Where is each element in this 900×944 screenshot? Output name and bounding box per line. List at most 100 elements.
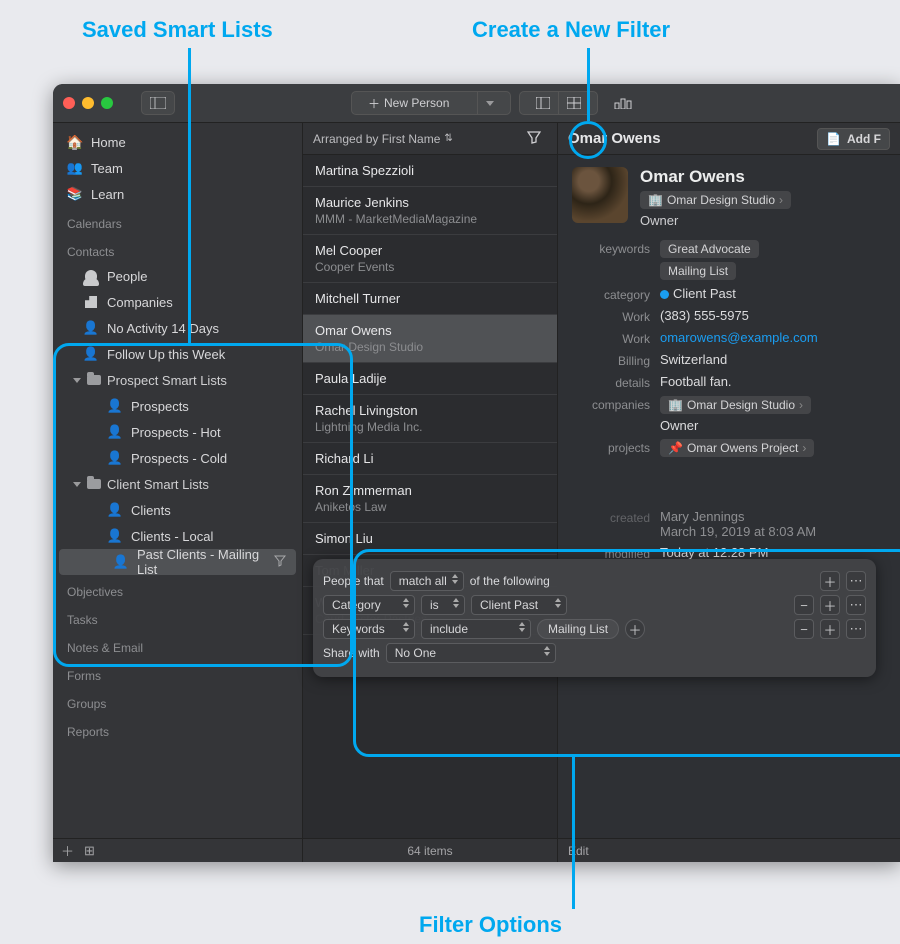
filter-field-select[interactable]: Keywords <box>323 619 415 639</box>
keyword-pill[interactable]: Mailing List <box>660 262 736 280</box>
sidebar-section-tasks[interactable]: Tasks <box>53 603 302 631</box>
filter-options-button[interactable]: ⋯ <box>846 571 866 591</box>
filter-op-select[interactable]: is <box>421 595 465 615</box>
close-window-icon[interactable] <box>63 97 75 109</box>
chevron-down-icon <box>73 482 81 487</box>
sidebar-item-label: Learn <box>91 187 124 202</box>
calendar-icon[interactable]: ⊞ <box>84 843 95 859</box>
field-label: category <box>572 286 650 302</box>
add-button[interactable]: 📄 Add F <box>817 128 890 150</box>
filter-add-rule-button[interactable]: ＋ <box>820 619 840 639</box>
team-icon: 👥 <box>67 160 83 176</box>
sidebar-smartlist-clients-local[interactable]: 👤Clients - Local <box>53 523 302 549</box>
contact-row[interactable]: Martina Spezzioli <box>303 155 557 187</box>
contact-row[interactable]: Rachel LivingstonLightning Media Inc. <box>303 395 557 443</box>
contact-row[interactable]: Omar OwensOmar Design Studio <box>303 315 557 363</box>
contact-row[interactable]: Simon Liu <box>303 523 557 555</box>
contact-row[interactable]: Mel CooperCooper Events <box>303 235 557 283</box>
minimize-window-icon[interactable] <box>82 97 94 109</box>
new-person-segmented[interactable]: ＋ New Person <box>351 91 511 115</box>
filter-remove-rule-button[interactable]: − <box>794 619 814 639</box>
contact-row[interactable]: Richard Li <box>303 443 557 475</box>
new-person-button[interactable]: ＋ New Person <box>360 92 478 114</box>
detail-footer-edit[interactable]: Edit <box>558 838 900 862</box>
list-sort-header[interactable]: Arranged by First Name ⇅ <box>303 123 557 155</box>
filter-value-select[interactable]: Client Past <box>471 595 567 615</box>
contact-row[interactable]: Ron ZimmermanAniketos Law <box>303 475 557 523</box>
filter-share-select[interactable]: No One <box>386 643 556 663</box>
new-person-dropdown-icon[interactable] <box>478 92 502 114</box>
detail-header: Omar Owens 📄 Add F <box>558 123 900 155</box>
filter-icon[interactable] <box>521 130 547 147</box>
view-grid-icon[interactable] <box>559 92 589 114</box>
smartlist-icon: 👤 <box>107 398 123 414</box>
sidebar-home[interactable]: 🏠Home <box>53 129 302 155</box>
filter-add-keyword-button[interactable]: ＋ <box>625 619 645 639</box>
project-pill[interactable]: 📌Omar Owens Project› <box>660 439 814 457</box>
sidebar-learn[interactable]: 📚Learn <box>53 181 302 207</box>
fullscreen-window-icon[interactable] <box>101 97 113 109</box>
view-chart-icon[interactable] <box>606 91 640 115</box>
smartlist-icon: 👤 <box>107 502 123 518</box>
filter-keyword-token[interactable]: Mailing List <box>537 619 619 639</box>
filter-add-rule-button[interactable]: ＋ <box>820 571 840 591</box>
company-icon: 🏢 <box>668 398 683 412</box>
filter-remove-rule-button[interactable]: − <box>794 595 814 615</box>
billing-value: Switzerland <box>660 352 727 367</box>
contact-list[interactable]: Martina SpezzioliMaurice JenkinsMMM - Ma… <box>303 155 557 838</box>
filter-options-button[interactable]: ⋯ <box>846 595 866 615</box>
modified-value: Today at 12:28 PM <box>660 545 768 560</box>
sidebar-group-prospect[interactable]: Prospect Smart Lists <box>53 367 302 393</box>
company-pill[interactable]: 🏢 Omar Design Studio › <box>640 191 791 209</box>
view-card-icon[interactable] <box>528 92 559 114</box>
contact-name: Paula Ladije <box>315 371 545 386</box>
sidebar-item-label: Client Smart Lists <box>107 477 209 492</box>
sidebar-item-label: Companies <box>107 295 173 310</box>
sidebar-smartlist-follow-up[interactable]: 👤Follow Up this Week <box>53 341 302 367</box>
work-email-value[interactable]: omarowens@example.com <box>660 330 818 345</box>
sidebar-smartlist-prospects-hot[interactable]: 👤Prospects - Hot <box>53 419 302 445</box>
keyword-pill[interactable]: Great Advocate <box>660 240 759 258</box>
sidebar-group-client[interactable]: Client Smart Lists <box>53 471 302 497</box>
company-pill[interactable]: 🏢Omar Design Studio› <box>660 396 811 414</box>
sort-updown-icon: ⇅ <box>444 133 452 144</box>
field-label: Work <box>572 308 650 324</box>
filter-match-select[interactable]: match all <box>390 571 464 591</box>
chevron-right-icon: › <box>802 441 806 455</box>
sidebar-section-notes-email[interactable]: Notes & Email <box>53 631 302 659</box>
contact-name: Richard Li <box>315 451 545 466</box>
sidebar-smartlist-clients[interactable]: 👤Clients <box>53 497 302 523</box>
filter-field-select[interactable]: Category <box>323 595 415 615</box>
sidebar-item-label: Follow Up this Week <box>107 347 225 362</box>
sidebar-smartlist-prospects[interactable]: 👤Prospects <box>53 393 302 419</box>
sidebar-toggle-button[interactable] <box>141 91 175 115</box>
filter-op-select[interactable]: include <box>421 619 531 639</box>
sidebar-smartlist-past-clients-mailing[interactable]: 👤 Past Clients - Mailing List <box>59 549 296 575</box>
sidebar-companies[interactable]: Companies <box>53 289 302 315</box>
contact-name: Mitchell Turner <box>315 291 545 306</box>
sidebar-section-reports[interactable]: Reports <box>53 715 302 743</box>
window-traffic-lights[interactable] <box>63 97 133 109</box>
sidebar-people[interactable]: People <box>53 263 302 289</box>
sidebar-team[interactable]: 👥Team <box>53 155 302 181</box>
sidebar-smartlist-prospects-cold[interactable]: 👤Prospects - Cold <box>53 445 302 471</box>
contact-row[interactable]: Paula Ladije <box>303 363 557 395</box>
smartlist-icon: 👤 <box>107 528 123 544</box>
sidebar-section-forms[interactable]: Forms <box>53 659 302 687</box>
contact-row[interactable]: Mitchell Turner <box>303 283 557 315</box>
add-button[interactable]: ＋ <box>61 841 74 860</box>
avatar[interactable] <box>572 167 628 223</box>
contact-subtitle: MMM - MarketMediaMagazine <box>315 212 545 226</box>
contact-row[interactable]: Maurice JenkinsMMM - MarketMediaMagazine <box>303 187 557 235</box>
filter-options-button[interactable]: ⋯ <box>846 619 866 639</box>
filter-add-rule-button[interactable]: ＋ <box>820 595 840 615</box>
arranged-by-label: Arranged by First Name <box>313 132 440 146</box>
sidebar-smartlist-no-activity[interactable]: 👤No Activity 14 Days <box>53 315 302 341</box>
sidebar-section-objectives[interactable]: Objectives <box>53 575 302 603</box>
filter-people-that: People that <box>323 574 384 588</box>
folder-icon <box>87 479 101 489</box>
work-phone-value[interactable]: (383) 555-5975 <box>660 308 749 323</box>
sidebar-section-groups[interactable]: Groups <box>53 687 302 715</box>
sidebar-section-calendars[interactable]: Calendars <box>53 207 302 235</box>
sidebar-section-contacts[interactable]: Contacts <box>53 235 302 263</box>
